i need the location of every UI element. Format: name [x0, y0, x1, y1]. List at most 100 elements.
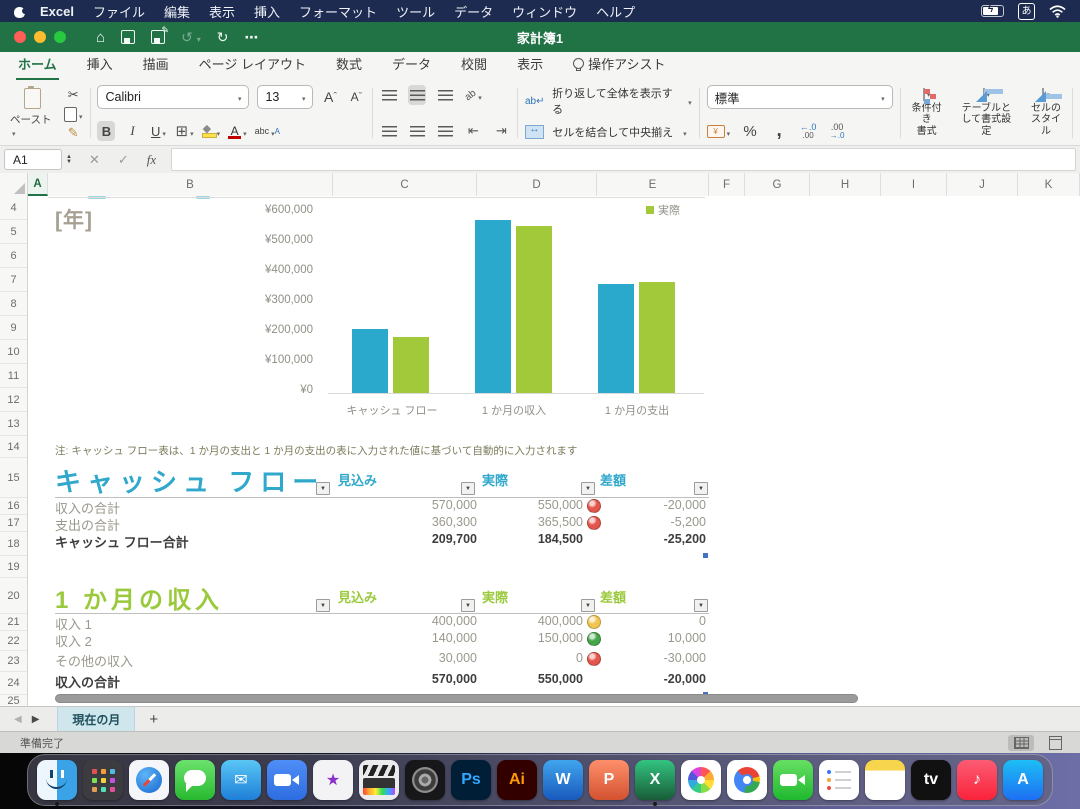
- filter-button[interactable]: ▼: [581, 599, 595, 612]
- redo-icon[interactable]: [217, 29, 229, 46]
- filter-button[interactable]: ▼: [316, 599, 330, 612]
- column-header-K[interactable]: K: [1018, 173, 1080, 196]
- row-header-18[interactable]: 18: [0, 532, 27, 556]
- font-color-button[interactable]: [228, 121, 247, 141]
- borders-button[interactable]: [175, 121, 193, 141]
- minimize-window-button[interactable]: [34, 31, 46, 43]
- decrease-font-size-button[interactable]: [347, 87, 365, 107]
- dock-word-icon[interactable]: W: [543, 760, 583, 800]
- column-header-I[interactable]: I: [881, 173, 947, 196]
- dock-photos-icon[interactable]: [681, 760, 721, 800]
- column-header-H[interactable]: H: [810, 173, 881, 196]
- ribbon-tab-6[interactable]: 校閲: [459, 54, 489, 80]
- menu-item-2[interactable]: 編集: [164, 2, 190, 21]
- row-header-14[interactable]: 14: [0, 436, 27, 458]
- home-icon[interactable]: [96, 29, 105, 46]
- ribbon-tab-3[interactable]: ページ レイアウト: [197, 54, 308, 80]
- font-size-select[interactable]: 13: [257, 85, 313, 109]
- row-header-24[interactable]: 24: [0, 672, 27, 695]
- increase-decimal-button[interactable]: [799, 121, 817, 141]
- font-name-select[interactable]: Calibri: [97, 85, 249, 109]
- align-right-button[interactable]: [436, 121, 454, 141]
- name-box[interactable]: A1: [4, 149, 62, 170]
- row-header-5[interactable]: 5: [0, 220, 27, 244]
- save-as-icon[interactable]: [151, 30, 165, 44]
- paste-button[interactable]: ペースト: [6, 85, 58, 141]
- sheet-tab-current-month[interactable]: 現在の月: [57, 707, 135, 732]
- phonetic-guide-button[interactable]: [255, 121, 280, 141]
- row-header-11[interactable]: 11: [0, 364, 27, 388]
- cell-styles-button[interactable]: セルのスタイル: [1027, 89, 1065, 137]
- dock-excel-icon[interactable]: X: [635, 760, 675, 800]
- dock-illustrator-icon[interactable]: Ai: [497, 760, 537, 800]
- chart-bar-実際[interactable]: [639, 282, 675, 393]
- row-header-9[interactable]: 9: [0, 316, 27, 340]
- table-resize-handle[interactable]: [703, 553, 708, 558]
- save-icon[interactable]: [121, 30, 135, 44]
- row-header-16[interactable]: 16: [0, 498, 27, 515]
- conditional-formatting-button[interactable]: 条件付き書式: [908, 89, 946, 137]
- enter-icon[interactable]: [118, 152, 129, 168]
- menu-item-9[interactable]: ヘルプ: [596, 2, 635, 21]
- align-center-button[interactable]: [408, 121, 426, 141]
- column-header-G[interactable]: G: [745, 173, 810, 196]
- format-painter-button[interactable]: [64, 123, 83, 142]
- fill-color-button[interactable]: [202, 121, 221, 141]
- formula-input[interactable]: [171, 148, 1076, 171]
- number-format-select[interactable]: 標準: [707, 85, 893, 109]
- chart-bar-見込み[interactable]: [598, 284, 634, 393]
- filter-button[interactable]: ▼: [461, 599, 475, 612]
- column-header-J[interactable]: J: [947, 173, 1018, 196]
- increase-font-size-button[interactable]: [321, 87, 339, 107]
- insert-function-icon[interactable]: [147, 152, 156, 168]
- chart-bar-見込み[interactable]: [475, 220, 511, 393]
- add-sheet-button[interactable]: +: [149, 711, 158, 728]
- column-header-A[interactable]: A: [28, 173, 48, 196]
- dock-apple-tv-icon[interactable]: tv: [911, 760, 951, 800]
- row-header-8[interactable]: 8: [0, 292, 27, 316]
- dock-app-store-icon[interactable]: A: [1003, 760, 1043, 800]
- column-header-B[interactable]: B: [48, 173, 333, 196]
- ribbon-tab-4[interactable]: 数式: [334, 54, 364, 80]
- row-header-20[interactable]: 20: [0, 578, 27, 614]
- dock-powerpoint-icon[interactable]: P: [589, 760, 629, 800]
- column-header-C[interactable]: C: [333, 173, 477, 196]
- ribbon-tab-5[interactable]: データ: [390, 54, 433, 80]
- row-header-15[interactable]: 15: [0, 458, 27, 498]
- filter-button[interactable]: ▼: [316, 482, 330, 495]
- zoom-window-button[interactable]: [54, 31, 66, 43]
- percent-style-button[interactable]: [741, 121, 759, 141]
- filter-button[interactable]: ▼: [694, 599, 708, 612]
- bold-button[interactable]: [97, 121, 115, 141]
- dock-messages-icon[interactable]: [175, 760, 215, 800]
- cancel-icon[interactable]: [89, 152, 100, 168]
- row-header-19[interactable]: 19: [0, 556, 27, 578]
- copy-button[interactable]: [64, 105, 83, 124]
- dock-zoom-icon[interactable]: [267, 760, 307, 800]
- chart-bar-実際[interactable]: [393, 337, 429, 393]
- align-middle-button[interactable]: [408, 85, 426, 105]
- page-layout-view-icon[interactable]: [1042, 735, 1068, 751]
- sheet-area[interactable]: [年] 実際 注: キャッシュ フロー表は、1 か月の支出と 1 か月の支出の表…: [0, 196, 1080, 706]
- menu-item-1[interactable]: ファイル: [93, 2, 145, 21]
- text-orientation-button[interactable]: [464, 85, 482, 105]
- dock-final-cut-pro-icon[interactable]: [359, 760, 399, 800]
- row-header-4[interactable]: 4: [0, 196, 27, 220]
- column-header-F[interactable]: F: [709, 173, 745, 196]
- dock-safari-icon[interactable]: [129, 760, 169, 800]
- menu-item-5[interactable]: フォーマット: [299, 2, 377, 21]
- italic-button[interactable]: [123, 121, 141, 141]
- filter-button[interactable]: ▼: [461, 482, 475, 495]
- normal-view-icon[interactable]: [1008, 735, 1034, 751]
- wrap-text-button[interactable]: 折り返して全体を表示する: [552, 85, 678, 117]
- battery-charging-icon[interactable]: [981, 5, 1004, 17]
- ribbon-tab-2[interactable]: 描画: [141, 54, 171, 80]
- underline-button[interactable]: [149, 121, 167, 141]
- row-header-12[interactable]: 12: [0, 388, 27, 412]
- menu-item-4[interactable]: 挿入: [254, 2, 280, 21]
- close-window-button[interactable]: [14, 31, 26, 43]
- align-top-button[interactable]: [380, 85, 398, 105]
- input-method-icon[interactable]: あ: [1018, 3, 1035, 20]
- decrease-decimal-button[interactable]: [828, 121, 846, 141]
- filter-button[interactable]: ▼: [581, 482, 595, 495]
